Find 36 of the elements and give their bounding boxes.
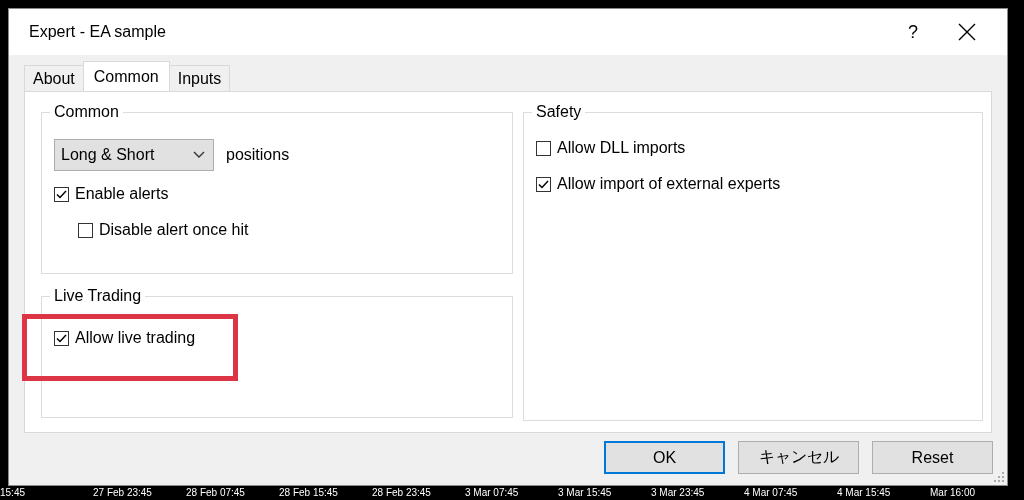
dropdown-label: positions: [226, 146, 290, 164]
dialog-button[interactable]: OK: [604, 441, 725, 474]
axis-label: 28 Feb 23:45: [372, 486, 432, 500]
axis-label: 27 Feb 23:45: [93, 486, 153, 500]
axis-label: 4 Mar 07:45: [744, 486, 799, 500]
caret-icon: [193, 151, 205, 159]
axis-label: 28 Feb 07:45: [186, 486, 246, 500]
checkbox-label[interactable]: Allow live trading: [75, 329, 196, 347]
axis-label: Mar 16:00: [930, 486, 977, 500]
group-title: Live Trading: [50, 287, 146, 305]
checkbox[interactable]: [54, 186, 69, 202]
axis-label: 4 Mar 15:45: [837, 486, 892, 500]
axis-label: 3 Mar 15:45: [558, 486, 613, 500]
checkbox-label[interactable]: Enable alerts: [75, 185, 169, 203]
close-icon[interactable]: [957, 22, 977, 42]
checkbox[interactable]: [536, 176, 551, 192]
axis-label: 15:45: [0, 486, 27, 500]
axis-label: 3 Mar 23:45: [651, 486, 706, 500]
window-title: Expert - EA sample: [29, 23, 167, 41]
resize-grip-icon[interactable]: [994, 472, 1004, 482]
dialog-button[interactable]: Reset: [872, 441, 993, 474]
tab[interactable]: About: [24, 65, 84, 91]
checkbox[interactable]: [536, 140, 551, 156]
checkbox-label[interactable]: Disable alert once hit: [99, 221, 249, 239]
checkbox-label[interactable]: Allow DLL imports: [557, 139, 686, 157]
checkbox-label[interactable]: Allow import of external experts: [557, 175, 781, 193]
tab[interactable]: Inputs: [168, 65, 231, 91]
axis-label: 3 Mar 07:45: [465, 486, 520, 500]
checkbox[interactable]: [54, 330, 69, 346]
group-title: Safety: [532, 103, 586, 121]
dialog-button[interactable]: キャンセル: [738, 441, 859, 474]
help-button[interactable]: ?: [893, 21, 933, 43]
axis-label: 28 Feb 15:45: [279, 486, 339, 500]
dropdown[interactable]: Long & Short: [54, 139, 214, 171]
checkbox[interactable]: [78, 222, 93, 238]
tab[interactable]: Common: [82, 61, 170, 91]
